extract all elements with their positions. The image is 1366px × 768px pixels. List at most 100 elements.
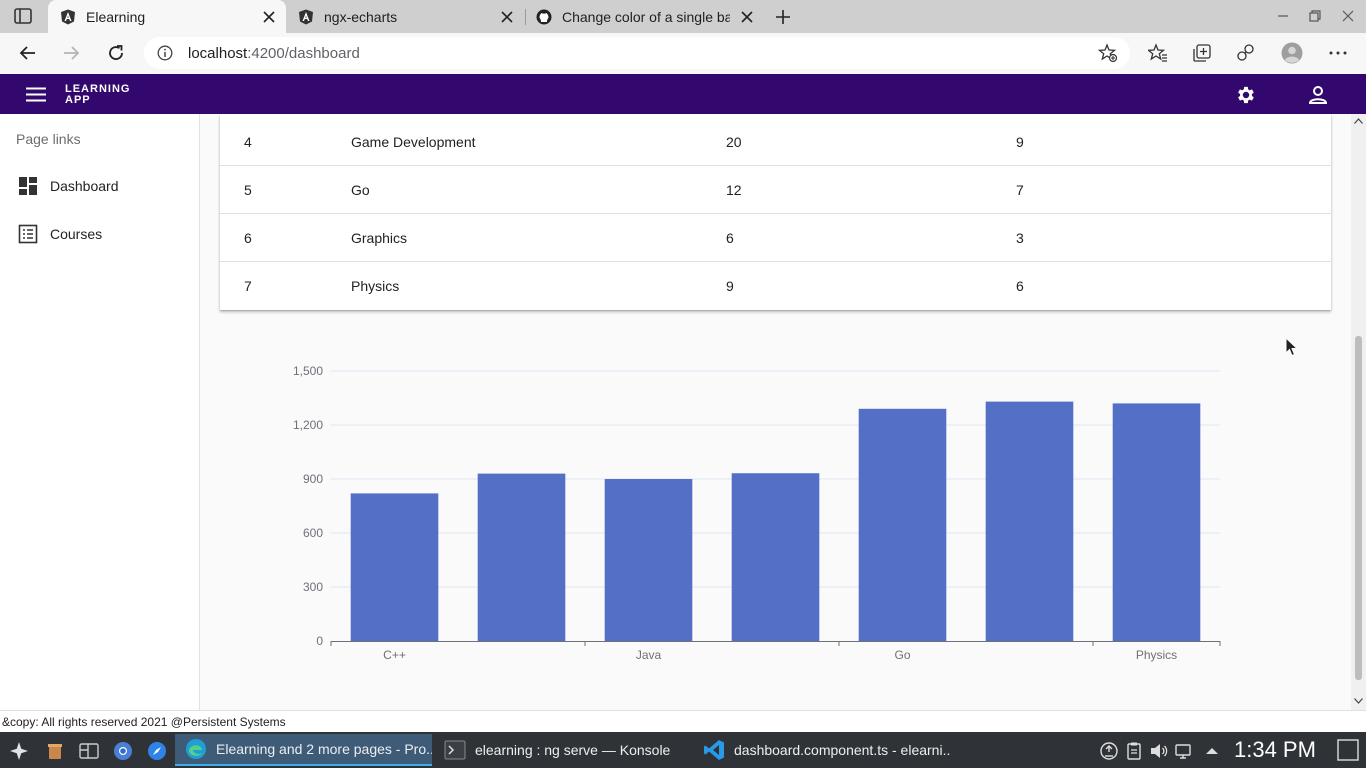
- task-label: dashboard.component.ts - elearni...: [734, 742, 950, 758]
- favorites-icon[interactable]: [1148, 43, 1168, 63]
- list-icon: [18, 224, 38, 244]
- profile-avatar-icon[interactable]: [1281, 42, 1303, 64]
- menu-icon[interactable]: [26, 87, 46, 102]
- tab-actions-icon[interactable]: [14, 8, 32, 24]
- scrollbar-thumb[interactable]: [1355, 336, 1362, 680]
- task-konsole[interactable]: elearning : ng serve — Konsole: [434, 734, 691, 766]
- table-cell-col3: 20: [726, 134, 742, 150]
- file-manager-icon[interactable]: [79, 741, 99, 761]
- info-icon[interactable]: [157, 45, 173, 61]
- x-tick-label: C++: [383, 648, 406, 662]
- table-cell-id: 4: [244, 134, 252, 150]
- sidebar-item-label: Courses: [50, 226, 103, 242]
- more-options-icon[interactable]: [1328, 43, 1348, 63]
- dashboard-icon: [19, 177, 37, 195]
- y-tick-label: 900: [303, 472, 323, 486]
- clipboard-icon[interactable]: [1124, 741, 1144, 761]
- table-cell-id: 5: [244, 182, 252, 198]
- minimize-icon[interactable]: [1276, 9, 1290, 23]
- os-taskbar: Elearning and 2 more pages - Pro... elea…: [0, 732, 1366, 768]
- bar: [858, 408, 947, 641]
- refresh-icon[interactable]: [106, 43, 126, 63]
- page-scrollbar[interactable]: [1351, 114, 1366, 710]
- task-label: Elearning and 2 more pages - Pro...: [216, 741, 432, 757]
- table-row[interactable]: 6 Graphics 6 3: [220, 214, 1331, 262]
- close-icon[interactable]: [262, 10, 276, 24]
- address-bar[interactable]: localhost:4200/dashboard: [144, 37, 1130, 69]
- tab-title: ngx-echarts: [324, 8, 398, 25]
- x-tick-label: Java: [636, 648, 662, 662]
- scroll-down-icon[interactable]: [1354, 698, 1363, 704]
- sidebar-item-label: Dashboard: [50, 178, 119, 194]
- sidebar-item-dashboard[interactable]: Dashboard: [0, 166, 199, 206]
- restore-icon[interactable]: [1308, 9, 1322, 23]
- url-path: :4200/dashboard: [247, 45, 360, 62]
- forward-icon[interactable]: [61, 43, 81, 63]
- display-network-icon[interactable]: [1174, 741, 1194, 761]
- tab-github[interactable]: Change color of a single bar i: [524, 0, 764, 33]
- bar-chart-svg: 0 300 600 900 1,200 1,500 C++ Java Go Physics: [293, 364, 1221, 662]
- tab-elearning[interactable]: Elearning: [48, 0, 286, 33]
- table-cell-name: Physics: [351, 278, 400, 294]
- table-cell-name: Graphics: [351, 230, 408, 246]
- sidebar-heading: Page links: [16, 131, 81, 147]
- table-row[interactable]: 5 Go 12 7: [220, 166, 1331, 214]
- y-tick-label: 1,500: [293, 364, 323, 378]
- mouse-pointer-icon: [1285, 337, 1299, 357]
- close-window-icon[interactable]: [1341, 9, 1355, 23]
- app-brand: LEARNING APP: [65, 84, 130, 106]
- table-cell-col3: 12: [726, 182, 742, 198]
- tab-ngx-echarts[interactable]: ngx-echarts: [286, 0, 524, 33]
- chromium-icon[interactable]: [113, 741, 133, 761]
- scroll-up-icon[interactable]: [1354, 118, 1363, 124]
- angular-icon: [299, 9, 313, 24]
- vscode-icon: [704, 740, 724, 760]
- clock[interactable]: 1:34 PM: [1234, 737, 1316, 763]
- table-cell-col4: 3: [1016, 230, 1024, 246]
- show-desktop-icon[interactable]: [1337, 739, 1359, 761]
- add-favorite-icon[interactable]: [1098, 43, 1118, 63]
- brand-line-2: APP: [65, 94, 91, 106]
- bar: [350, 493, 439, 641]
- task-browser[interactable]: Elearning and 2 more pages - Pro...: [175, 734, 432, 766]
- back-icon[interactable]: [18, 43, 38, 63]
- browser-compass-icon[interactable]: [147, 741, 167, 761]
- close-icon[interactable]: [740, 10, 754, 24]
- settings-gear-icon[interactable]: [1235, 84, 1257, 106]
- courses-table: 4 Game Development 20 9 5 Go 12 7 6 Grap…: [220, 114, 1331, 310]
- app-footer: &copy: All rights reserved 2021 @Persist…: [0, 710, 1366, 732]
- terminal-icon: [444, 740, 466, 760]
- trash-icon[interactable]: [45, 741, 65, 761]
- extensions-icon[interactable]: [1236, 43, 1256, 63]
- x-tick-label: Go: [894, 648, 910, 662]
- sidebar: Page links Dashboard Courses: [0, 114, 200, 710]
- bar: [985, 401, 1074, 641]
- table-row[interactable]: 7 Physics 9 6: [220, 262, 1331, 310]
- y-tick-label: 600: [303, 526, 323, 540]
- account-icon[interactable]: [1307, 84, 1329, 106]
- task-label: elearning : ng serve — Konsole: [475, 742, 671, 758]
- bar: [477, 473, 566, 641]
- footer-text: &copy: All rights reserved 2021 @Persist…: [2, 715, 286, 729]
- url-text: localhost:4200/dashboard: [188, 45, 360, 62]
- app-launcher-icon[interactable]: [9, 741, 29, 761]
- network-status-icon[interactable]: [1099, 741, 1119, 761]
- tray-expand-icon[interactable]: [1202, 741, 1222, 761]
- bar: [604, 479, 693, 641]
- table-cell-id: 6: [244, 230, 252, 246]
- app-header: LEARNING APP: [0, 74, 1366, 114]
- task-vscode[interactable]: dashboard.component.ts - elearni...: [693, 734, 950, 766]
- volume-icon[interactable]: [1149, 741, 1169, 761]
- table-cell-col4: 9: [1016, 134, 1024, 150]
- github-icon: [536, 9, 552, 24]
- table-row[interactable]: 4 Game Development 20 9: [220, 118, 1331, 166]
- table-cell-col4: 6: [1016, 278, 1024, 294]
- collections-icon[interactable]: [1192, 43, 1212, 63]
- sidebar-item-courses[interactable]: Courses: [0, 214, 199, 254]
- main-content: 4 Game Development 20 9 5 Go 12 7 6 Grap…: [200, 114, 1351, 710]
- browser-tab-strip: Elearning ngx-echarts Change color of a …: [0, 0, 1366, 33]
- y-tick-label: 1,200: [293, 418, 323, 432]
- tab-title: Elearning: [86, 8, 146, 25]
- close-icon[interactable]: [500, 10, 514, 24]
- new-tab-icon[interactable]: [773, 7, 793, 27]
